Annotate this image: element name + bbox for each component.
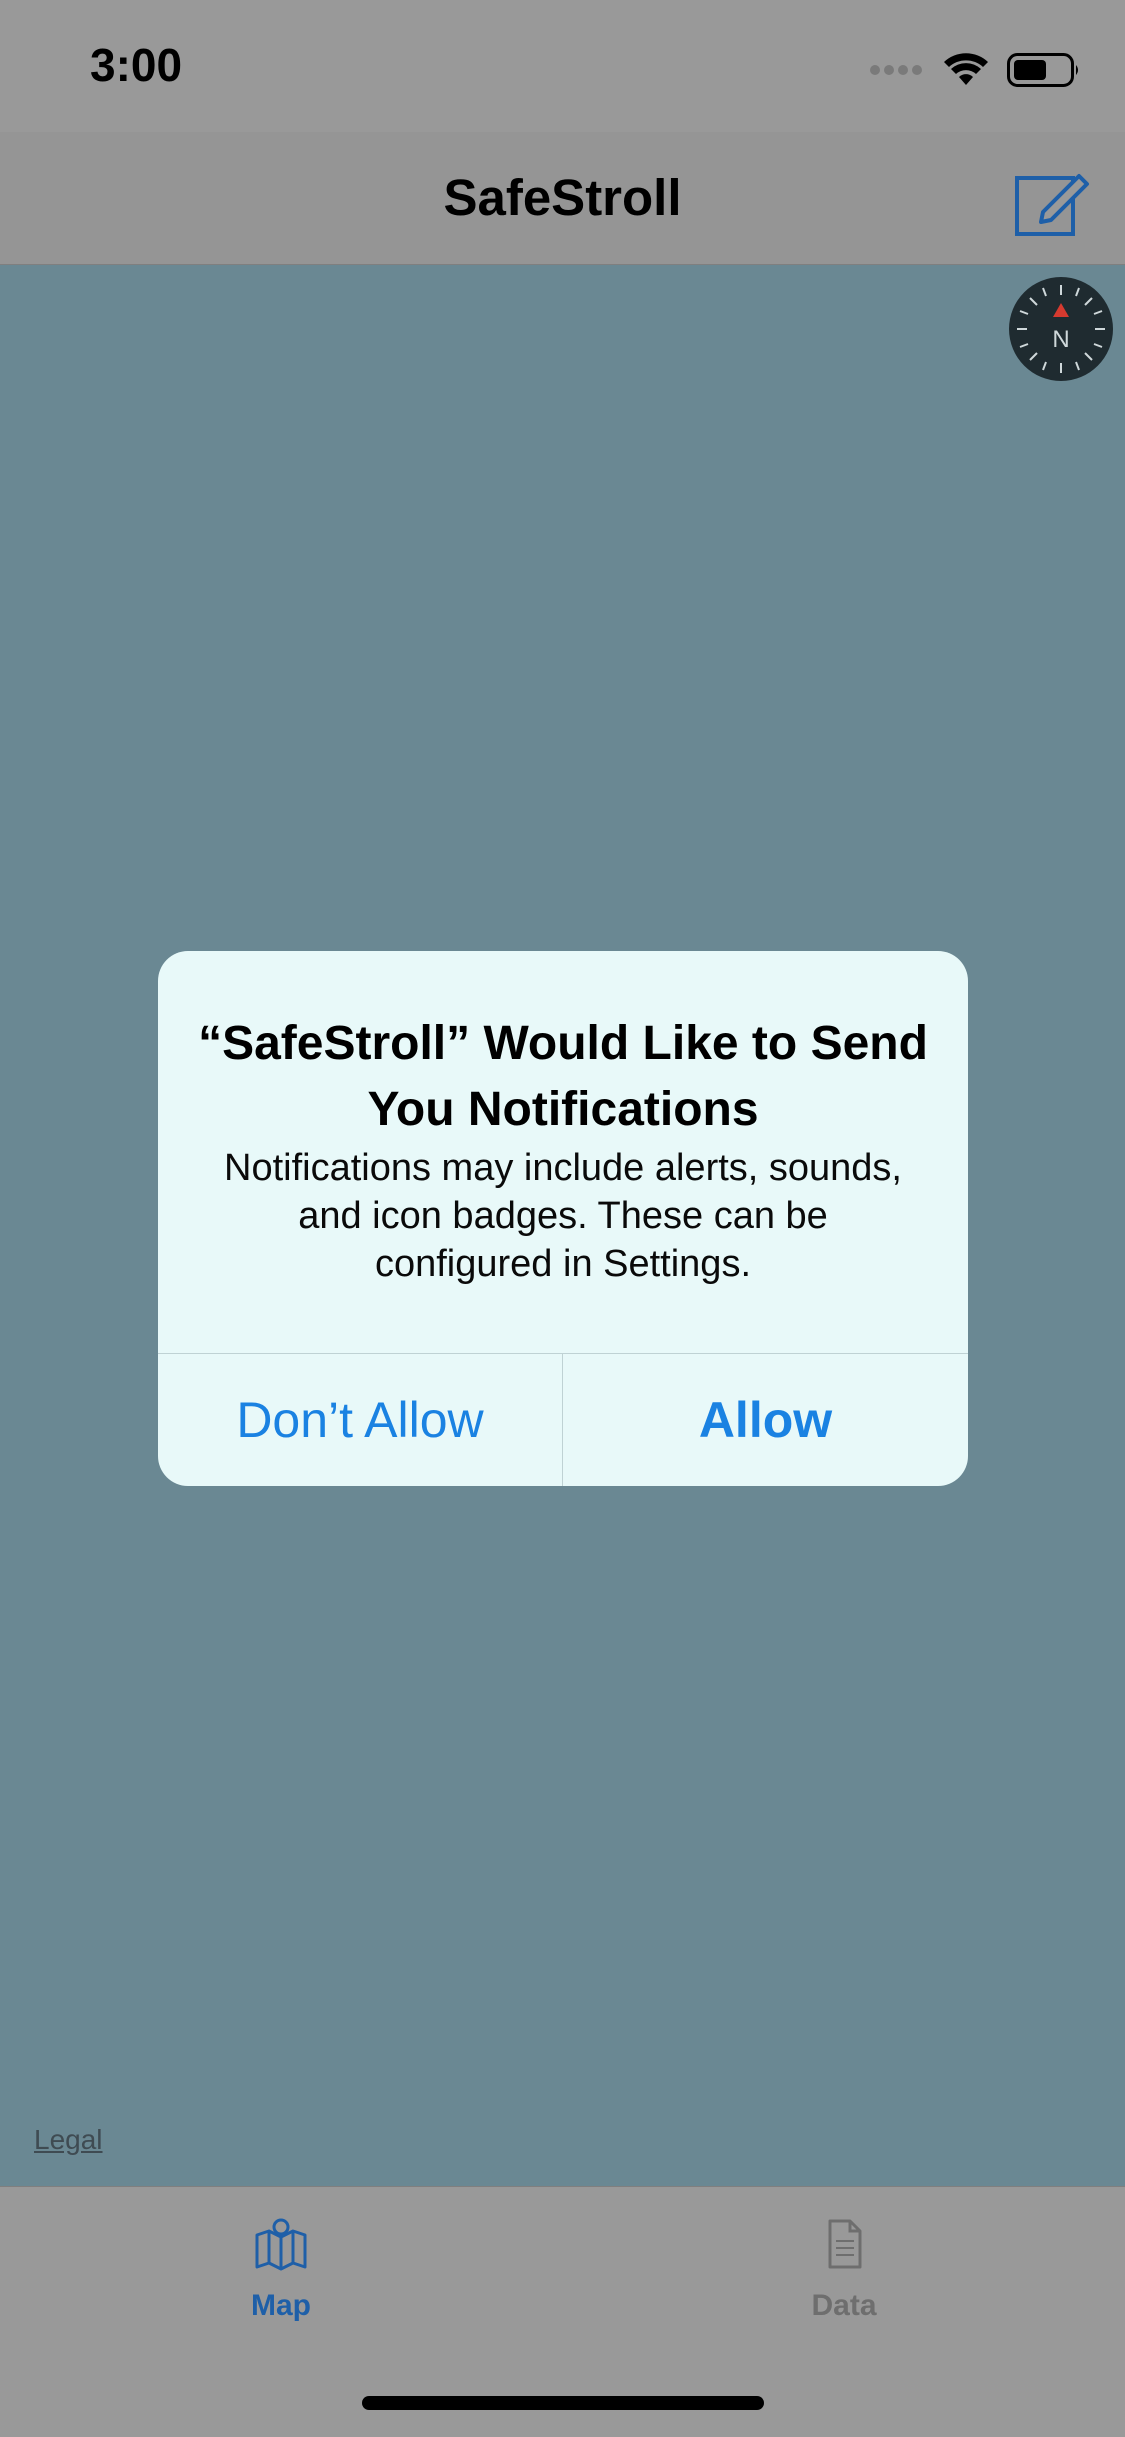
wifi-icon: [944, 53, 988, 85]
alert-message: Notifications may include alerts, sounds…: [224, 1147, 902, 1285]
home-indicator[interactable]: [362, 2396, 764, 2410]
compose-icon[interactable]: [1013, 162, 1093, 242]
tab-data-label: Data: [811, 2289, 877, 2322]
document-icon: [828, 2219, 862, 2269]
status-icons: [869, 50, 1081, 90]
navigation-bar: SafeStroll: [0, 132, 1125, 265]
cellular-signal-icon: [870, 65, 922, 75]
tab-map[interactable]: Map: [181, 2217, 381, 2347]
dont-allow-button[interactable]: Don’t Allow: [158, 1354, 562, 1486]
allow-button[interactable]: Allow: [563, 1354, 968, 1486]
battery-icon: [1007, 53, 1078, 87]
page-title: SafeStroll: [443, 169, 682, 226]
status-bar: 3:00: [0, 0, 1125, 132]
tab-data[interactable]: Data: [744, 2217, 944, 2347]
status-time: 3:00: [90, 39, 183, 91]
compass-icon[interactable]: N: [1007, 275, 1115, 383]
alert-title: “SafeStroll” Would Like to Send You Noti…: [198, 1017, 928, 1136]
compass-label: N: [1052, 326, 1069, 353]
map-icon: [255, 2218, 307, 2271]
legal-link[interactable]: Legal: [34, 2124, 103, 2156]
notification-permission-alert: “SafeStroll” Would Like to Send You Noti…: [158, 951, 968, 1486]
tab-map-label: Map: [251, 2289, 311, 2322]
